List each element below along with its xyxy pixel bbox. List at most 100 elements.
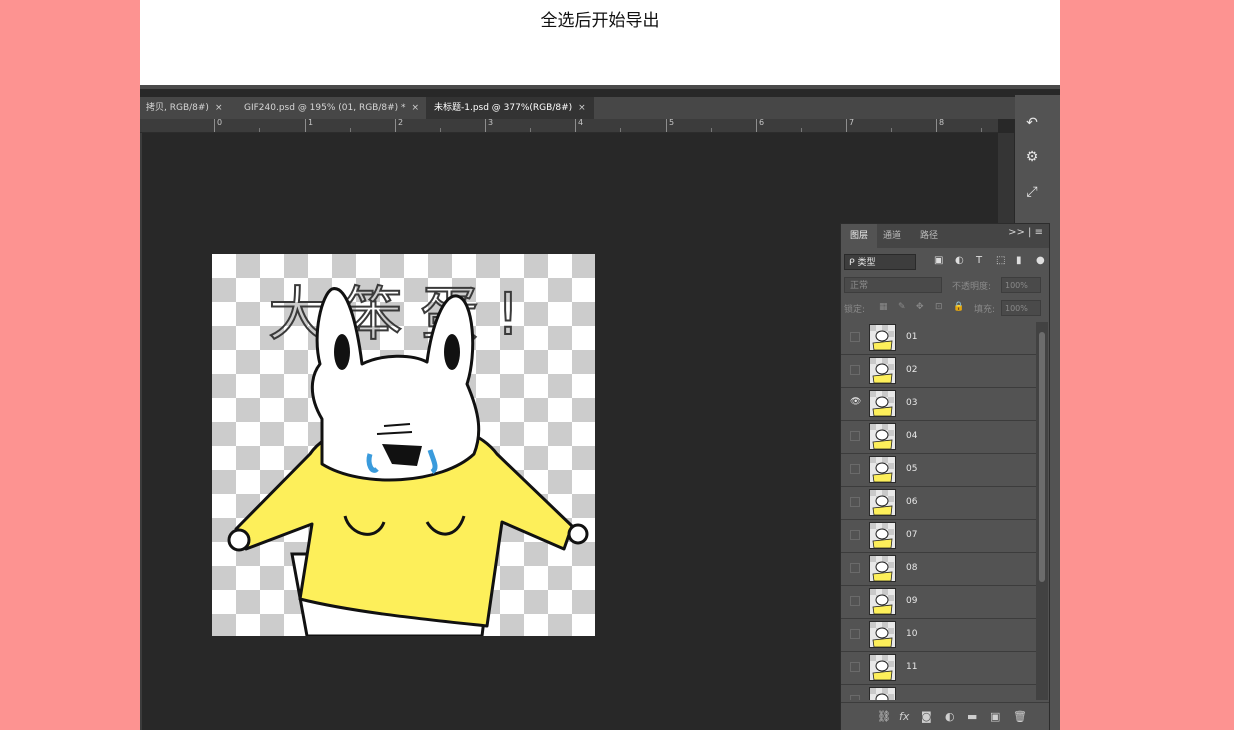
layer-row[interactable]: 05 <box>841 454 1036 487</box>
fill-field[interactable]: 100% <box>1001 300 1041 316</box>
layers-panel: 图层 通道 路径 >> | ≡ ᑭ 类型 ▣ ◐ T ⬚ ▮ ● 正常 不透明度… <box>840 223 1050 730</box>
visibility-toggle[interactable] <box>850 563 860 573</box>
layer-name[interactable]: 03 <box>906 398 917 408</box>
ruler-label: 8 <box>939 119 945 127</box>
layer-row[interactable]: 07 <box>841 520 1036 553</box>
smart-object-filter-icon[interactable]: ▮ <box>1016 255 1022 266</box>
layer-name[interactable]: 05 <box>906 464 917 474</box>
lock-pixels-icon[interactable]: ▦ <box>879 302 888 312</box>
layer-name[interactable]: 10 <box>906 629 917 639</box>
link-layers-icon[interactable]: ⛓ <box>877 710 891 723</box>
tab-gif240[interactable]: GIF240.psd @ 195% (01, RGB/8#) * × <box>244 97 420 119</box>
tab-untitled-1[interactable]: 未标题-1.psd @ 377%(RGB/8#) × <box>426 97 594 119</box>
add-mask-icon[interactable]: ◙ <box>921 710 932 723</box>
layer-name[interactable]: 01 <box>906 332 917 342</box>
close-tab-icon[interactable]: × <box>215 103 223 113</box>
visibility-toggle[interactable] <box>850 629 860 639</box>
transform-icon[interactable]: ⤢ <box>1023 183 1041 201</box>
properties-icon[interactable]: ⚙ <box>1023 148 1041 166</box>
tab-channels[interactable]: 通道 <box>883 224 901 248</box>
tab-paths[interactable]: 路径 <box>920 224 938 248</box>
adjustment-layer-icon[interactable]: ◐ <box>945 710 955 723</box>
layer-row[interactable]: 10 <box>841 619 1036 652</box>
layer-thumbnail <box>869 456 896 483</box>
filter-kind-select[interactable]: ᑭ 类型 <box>844 254 916 270</box>
close-tab-icon[interactable]: × <box>412 103 420 113</box>
visibility-toggle[interactable] <box>850 662 860 672</box>
layer-style-icon[interactable]: fx <box>899 710 909 723</box>
ruler-label: 5 <box>669 119 675 127</box>
layer-row[interactable]: 👁 03 <box>841 388 1036 421</box>
visibility-toggle[interactable] <box>850 530 860 540</box>
layer-row[interactable]: 04 <box>841 421 1036 454</box>
layer-name[interactable]: 04 <box>906 431 917 441</box>
blend-mode-select[interactable]: 正常 <box>844 277 942 293</box>
ruler-label: 7 <box>849 119 855 127</box>
adjustment-filter-icon[interactable]: ◐ <box>955 255 964 266</box>
layer-thumbnail <box>869 489 896 516</box>
layer-thumbnail <box>869 324 896 351</box>
visibility-toggle[interactable] <box>850 431 860 441</box>
visibility-toggle[interactable] <box>850 596 860 606</box>
layer-thumbnail <box>869 357 896 384</box>
delete-layer-icon[interactable]: 🗑 <box>1013 710 1027 723</box>
visibility-toggle[interactable] <box>850 464 860 474</box>
layer-thumbnail <box>869 390 896 417</box>
ruler-label: 1 <box>308 119 314 127</box>
layer-name[interactable]: 09 <box>906 596 917 606</box>
layer-row[interactable] <box>841 685 1036 700</box>
lock-brush-icon[interactable]: ✎ <box>898 302 906 312</box>
layers-panel-footer: ⛓ fx ◙ ◐ ▬ ▣ 🗑 <box>841 702 1049 730</box>
tab-copy-document[interactable]: 拷贝, RGB/8#) × <box>146 97 223 119</box>
layer-row[interactable]: 11 <box>841 652 1036 685</box>
lock-position-icon[interactable]: ✥ <box>916 302 924 312</box>
visibility-toggle[interactable] <box>850 695 860 700</box>
options-bar <box>140 85 1060 89</box>
visibility-toggle[interactable] <box>850 332 860 342</box>
document-canvas[interactable]: 大笨蛋! <box>212 254 595 636</box>
fill-label: 填充: <box>974 305 996 315</box>
layer-row[interactable]: 01 <box>841 322 1036 355</box>
tutorial-frame: 全选后开始导出 拷贝, RGB/8#) × GIF240.psd @ 195% (… <box>140 0 1060 730</box>
layer-name[interactable]: 11 <box>906 662 917 672</box>
filter-toggle-icon[interactable]: ● <box>1036 255 1045 266</box>
pixel-filter-icon[interactable]: ▣ <box>934 255 943 266</box>
layer-name[interactable]: 02 <box>906 365 917 375</box>
photoshop-window: 拷贝, RGB/8#) × GIF240.psd @ 195% (01, RGB/… <box>140 85 1060 730</box>
layer-list-scrollbar[interactable] <box>1036 322 1048 700</box>
scrollbar-thumb[interactable] <box>1039 332 1045 582</box>
layer-thumbnail <box>869 522 896 549</box>
lock-all-icon[interactable]: 🔒 <box>953 302 964 312</box>
eye-icon[interactable]: 👁 <box>850 398 861 408</box>
visibility-toggle[interactable] <box>850 497 860 507</box>
ruler-label: 0 <box>217 119 223 127</box>
layer-thumbnail <box>869 621 896 648</box>
layer-name[interactable]: 08 <box>906 563 917 573</box>
new-group-icon[interactable]: ▬ <box>967 710 977 723</box>
layer-thumbnail <box>869 588 896 615</box>
blend-row: 正常 不透明度: 100% <box>844 277 1044 293</box>
visibility-toggle[interactable] <box>850 365 860 375</box>
opacity-label: 不透明度: <box>952 282 992 292</box>
panel-menu-icon[interactable]: >> | ≡ <box>1008 227 1043 238</box>
layer-list: 01 02 👁 03 04 05 06 07 08 09 10 11 <box>841 322 1036 700</box>
lock-label: 锁定: <box>844 305 866 315</box>
layer-row[interactable]: 09 <box>841 586 1036 619</box>
opacity-field[interactable]: 100% <box>1001 277 1041 293</box>
type-filter-icon[interactable]: T <box>976 255 982 266</box>
ruler-label: 2 <box>398 119 404 127</box>
shape-filter-icon[interactable]: ⬚ <box>996 255 1005 266</box>
ruler-label: 4 <box>578 119 584 127</box>
tab-layers[interactable]: 图层 <box>841 224 878 248</box>
new-layer-icon[interactable]: ▣ <box>990 710 1000 723</box>
layer-name[interactable]: 06 <box>906 497 917 507</box>
layer-row[interactable]: 02 <box>841 355 1036 388</box>
history-icon[interactable]: ↶ <box>1023 114 1041 132</box>
bunny-illustration: 大笨蛋! <box>227 279 589 636</box>
lock-artboard-icon[interactable]: ⊡ <box>935 302 943 312</box>
layer-row[interactable]: 06 <box>841 487 1036 520</box>
close-tab-icon[interactable]: × <box>578 103 586 113</box>
layer-name[interactable]: 07 <box>906 530 917 540</box>
layer-row[interactable]: 08 <box>841 553 1036 586</box>
ruler-label: 6 <box>759 119 765 127</box>
